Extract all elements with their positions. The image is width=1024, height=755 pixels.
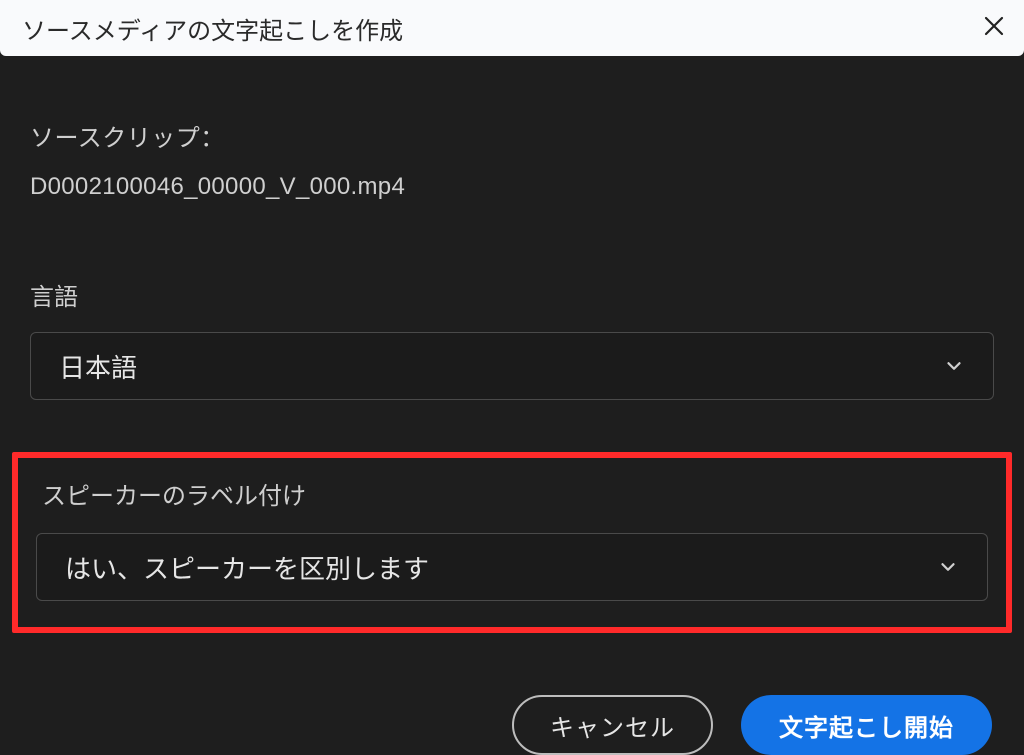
speaker-labeling-highlight: スピーカーのラベル付け はい、スピーカーを区別します [12,452,1012,633]
language-section: 言語 日本語 [30,277,994,400]
cancel-button[interactable]: キャンセル [512,695,713,755]
language-value: 日本語 [59,348,137,385]
chevron-down-icon [937,556,959,578]
chevron-down-icon [943,355,965,377]
speaker-labeling-value: はい、スピーカーを区別します [65,549,429,586]
source-clip-filename: D0002100046_00000_V_000.mp4 [30,173,994,201]
dialog-titlebar: ソースメディアの文字起こしを作成 [0,0,1024,56]
source-clip-label: ソースクリップ： [30,118,994,153]
source-clip-section: ソースクリップ： D0002100046_00000_V_000.mp4 [30,118,994,201]
speaker-labeling-dropdown[interactable]: はい、スピーカーを区別します [36,533,988,601]
language-dropdown[interactable]: 日本語 [30,332,994,400]
close-icon[interactable] [982,14,1006,43]
start-transcription-button[interactable]: 文字起こし開始 [741,695,992,755]
dialog-body: ソースクリップ： D0002100046_00000_V_000.mp4 言語 … [0,118,1024,633]
dialog-footer: キャンセル 文字起こし開始 [0,695,1024,755]
speaker-labeling-label: スピーカーのラベル付け [42,476,988,511]
dialog-title: ソースメディアの文字起こしを作成 [22,11,403,46]
language-label: 言語 [30,277,994,312]
